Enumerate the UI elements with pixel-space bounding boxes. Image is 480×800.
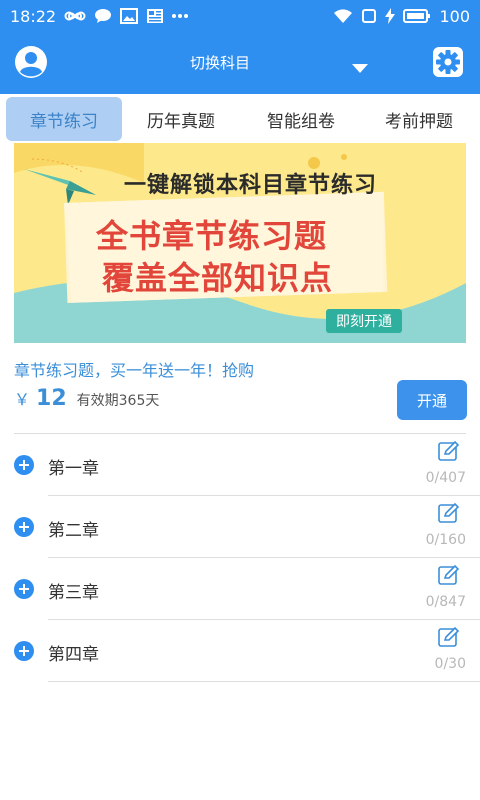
user-avatar-icon[interactable] bbox=[14, 45, 48, 79]
infinity-icon bbox=[64, 10, 86, 22]
chapter-progress-count: 0/160 bbox=[425, 532, 466, 548]
expand-plus-icon[interactable] bbox=[14, 579, 34, 599]
expand-plus-icon[interactable] bbox=[14, 641, 34, 661]
tab-chapter-practice[interactable]: 章节练习 bbox=[6, 97, 122, 141]
chapter-progress-count: 0/30 bbox=[434, 656, 466, 672]
validity-text: 有效期365天 bbox=[76, 393, 160, 409]
status-bar: 18:22 100 bbox=[0, 0, 480, 32]
expand-plus-icon[interactable] bbox=[14, 517, 34, 537]
chapter-row[interactable]: 第二章 0/160 bbox=[0, 496, 480, 558]
edit-icon[interactable] bbox=[438, 502, 460, 524]
chapter-row[interactable]: 第四章 0/30 bbox=[0, 620, 480, 682]
expand-plus-icon[interactable] bbox=[14, 455, 34, 475]
charging-icon bbox=[385, 8, 396, 24]
banner-title-line1: 全书章节练习题 bbox=[96, 217, 328, 255]
banner-open-button[interactable]: 即刻开通 bbox=[326, 309, 402, 333]
wifi-icon bbox=[333, 8, 353, 24]
chapter-row[interactable]: 第三章 0/847 bbox=[0, 558, 480, 620]
promo-text[interactable]: 章节练习题，买一年送一年！抢购 bbox=[14, 357, 254, 381]
subject-switcher[interactable]: 切换科目 bbox=[190, 52, 250, 73]
status-time: 18:22 bbox=[10, 6, 57, 26]
open-subscription-button[interactable]: 开通 bbox=[397, 380, 467, 420]
banner-headline: 一键解锁本科目章节练习 bbox=[124, 173, 378, 198]
promo-banner[interactable]: 一键解锁本科目章节练习 全书章节练习题 覆盖全部知识点 即刻开通 bbox=[14, 143, 466, 343]
chapter-name: 第一章 bbox=[48, 459, 99, 479]
battery-level: 100 bbox=[439, 6, 470, 26]
more-dots-icon bbox=[172, 14, 189, 18]
chat-bubble-icon bbox=[94, 8, 112, 24]
battery-icon bbox=[403, 8, 431, 24]
sim-icon bbox=[361, 8, 377, 24]
tab-past-exams[interactable]: 历年真题 bbox=[126, 97, 236, 141]
chapter-progress-count: 0/407 bbox=[425, 470, 466, 486]
currency-symbol: ￥ bbox=[14, 390, 31, 409]
news-icon bbox=[146, 8, 164, 24]
image-icon bbox=[120, 8, 139, 24]
price-value: 12 bbox=[36, 386, 67, 411]
edit-icon[interactable] bbox=[438, 626, 460, 648]
tab-smart-paper[interactable]: 智能组卷 bbox=[246, 97, 356, 141]
tab-bar: 章节练习 历年真题 智能组卷 考前押题 bbox=[0, 94, 480, 144]
banner-title-line2: 覆盖全部知识点 bbox=[102, 259, 334, 297]
edit-icon[interactable] bbox=[438, 564, 460, 586]
edit-icon[interactable] bbox=[438, 440, 460, 462]
price-row: ￥ 12 有效期365天 bbox=[14, 386, 159, 411]
caret-down-icon[interactable] bbox=[352, 59, 368, 78]
tab-predicted-questions[interactable]: 考前押题 bbox=[364, 97, 474, 141]
chapter-name: 第二章 bbox=[48, 521, 99, 541]
chapter-name: 第四章 bbox=[48, 645, 99, 665]
page-title: 切换科目 bbox=[190, 54, 251, 72]
gear-icon[interactable] bbox=[432, 46, 464, 78]
chapter-name: 第三章 bbox=[48, 583, 99, 603]
app-header: 切换科目 bbox=[0, 32, 480, 94]
row-divider bbox=[48, 681, 480, 682]
chapter-progress-count: 0/847 bbox=[425, 594, 466, 610]
chapter-row[interactable]: 第一章 0/407 bbox=[0, 434, 480, 496]
